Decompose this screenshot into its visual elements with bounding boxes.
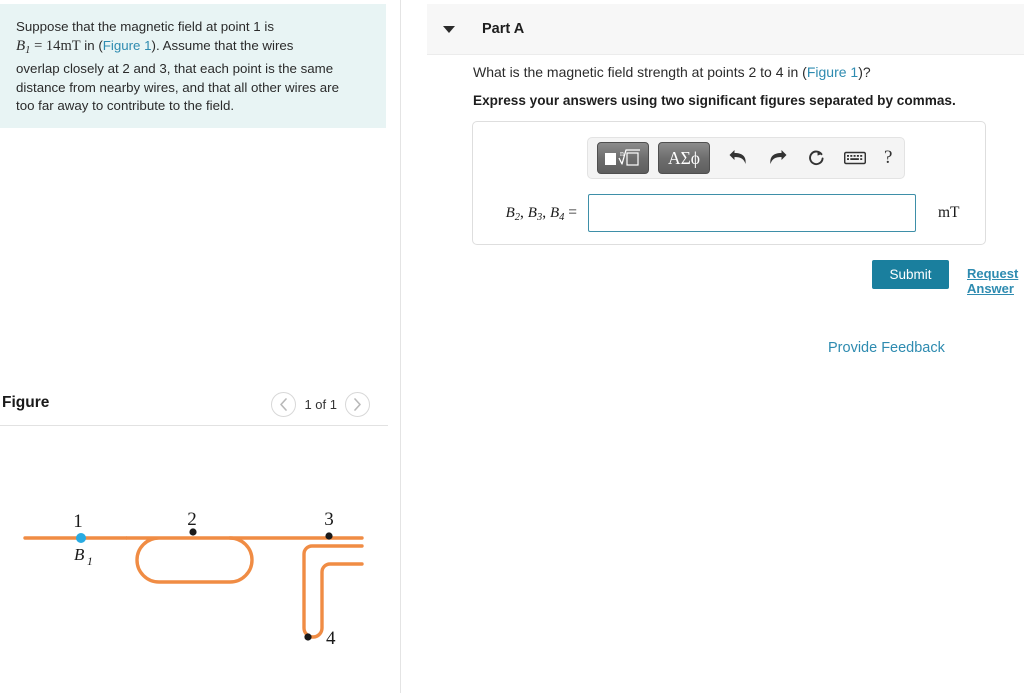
problem-statement-text: Suppose that the magnetic field at point… <box>16 18 370 116</box>
figure-label-B-subscript: 1 <box>87 556 93 568</box>
part-a-title: Part A <box>482 21 525 37</box>
answer-input[interactable] <box>588 194 916 232</box>
part-a-header[interactable]: Part A <box>427 4 1024 55</box>
question-text-pre: What is the magnetic field strength at p… <box>473 64 807 80</box>
reset-button[interactable] <box>805 146 827 170</box>
chevron-left-icon <box>280 398 288 411</box>
problem-line-4: distance from nearby wires, and that all… <box>16 79 339 95</box>
question-text-post: )? <box>858 64 871 80</box>
redo-button[interactable] <box>766 146 788 170</box>
wire-vertical-hairpin <box>302 544 364 639</box>
symbol-B-subscript: 1 <box>25 44 31 56</box>
help-button[interactable]: ? <box>884 147 892 169</box>
figure-diagram[interactable]: 1 B 1 2 3 4 <box>0 432 392 693</box>
answer-label-B4: B <box>549 204 560 221</box>
template-radical-icon: n <box>605 149 640 166</box>
question-text: What is the magnetic field strength at p… <box>473 64 871 80</box>
figure-point-3-dot <box>325 532 333 540</box>
figure-divider <box>0 425 388 426</box>
answer-label-B2: B <box>505 204 515 221</box>
figure-point-1-dot <box>76 533 86 543</box>
left-panel: Suppose that the magnetic field at point… <box>0 0 400 693</box>
wire-rectangular-loop <box>126 536 254 584</box>
answer-variable-label: B2, B3, B4 = <box>487 204 577 223</box>
template-radical-button[interactable]: n <box>597 142 649 174</box>
in-word: in ( <box>84 37 103 53</box>
answer-comma-1: , <box>520 203 528 221</box>
answer-input-row: B2, B3, B4 = mT <box>473 194 987 232</box>
submit-button[interactable]: Submit <box>872 260 949 289</box>
question-figure-link[interactable]: Figure 1 <box>807 64 858 80</box>
chevron-right-icon <box>354 398 361 411</box>
problem-statement-box: Suppose that the magnetic field at point… <box>0 4 386 128</box>
circuit-wire-diagram: 1 B 1 2 3 4 <box>23 509 364 649</box>
field-value: = 14 <box>34 37 61 54</box>
right-panel: Part A What is the magnetic field streng… <box>401 0 1024 693</box>
undo-button[interactable] <box>727 146 749 170</box>
symbol-B: B <box>16 37 26 54</box>
figure-header: Figure 1 of 1 <box>0 392 388 426</box>
figure-counter: 1 of 1 <box>304 397 337 412</box>
figure-label-B: B <box>74 545 85 564</box>
undo-arrow-icon <box>729 150 746 164</box>
problem-line-3: overlap closely at 2 and 3, that each po… <box>16 61 334 77</box>
request-answer-link[interactable]: Request Answer <box>967 266 1024 296</box>
keyboard-button[interactable] <box>844 146 866 170</box>
redo-arrow-icon <box>769 150 786 164</box>
figure-next-button[interactable] <box>345 392 370 417</box>
problem-line-1: Suppose that the magnetic field at point… <box>16 19 274 34</box>
answer-unit-label: mT <box>938 204 960 221</box>
math-entry-toolbar: n ΑΣϕ ? <box>587 137 905 179</box>
answer-comma-2: , <box>542 203 550 221</box>
answer-label-B3: B <box>527 204 537 221</box>
keyboard-icon <box>844 151 866 165</box>
svg-text:n: n <box>620 149 624 158</box>
figure-title: Figure <box>2 394 50 411</box>
figure-label-3: 3 <box>324 509 334 530</box>
problem-line-5: too far away to contribute to the field. <box>16 98 235 114</box>
figure-1-link[interactable]: Figure 1 <box>103 38 152 53</box>
answer-equals: = <box>564 203 577 221</box>
figure-point-2-dot <box>189 528 197 536</box>
figure-point-4-dot <box>304 633 312 641</box>
reset-circular-arrow-icon <box>808 150 824 165</box>
provide-feedback-link[interactable]: Provide Feedback <box>828 340 945 356</box>
field-unit: mT <box>60 37 81 54</box>
caret-down-icon[interactable] <box>443 25 455 33</box>
figure-label-1: 1 <box>73 511 83 532</box>
answer-instruction: Express your answers using two significa… <box>473 93 956 108</box>
figure-label-4: 4 <box>326 628 336 649</box>
greek-symbols-button[interactable]: ΑΣϕ <box>658 142 710 174</box>
after-link-text: ). Assume that the wires <box>151 37 294 53</box>
figure-prev-button[interactable] <box>271 392 297 417</box>
answer-entry-box: n ΑΣϕ ? B2, B3, B4 = mT <box>472 121 986 245</box>
figure-label-2: 2 <box>187 509 197 530</box>
problem-page: Suppose that the magnetic field at point… <box>0 0 1024 693</box>
figure-navigation: 1 of 1 <box>271 392 370 417</box>
